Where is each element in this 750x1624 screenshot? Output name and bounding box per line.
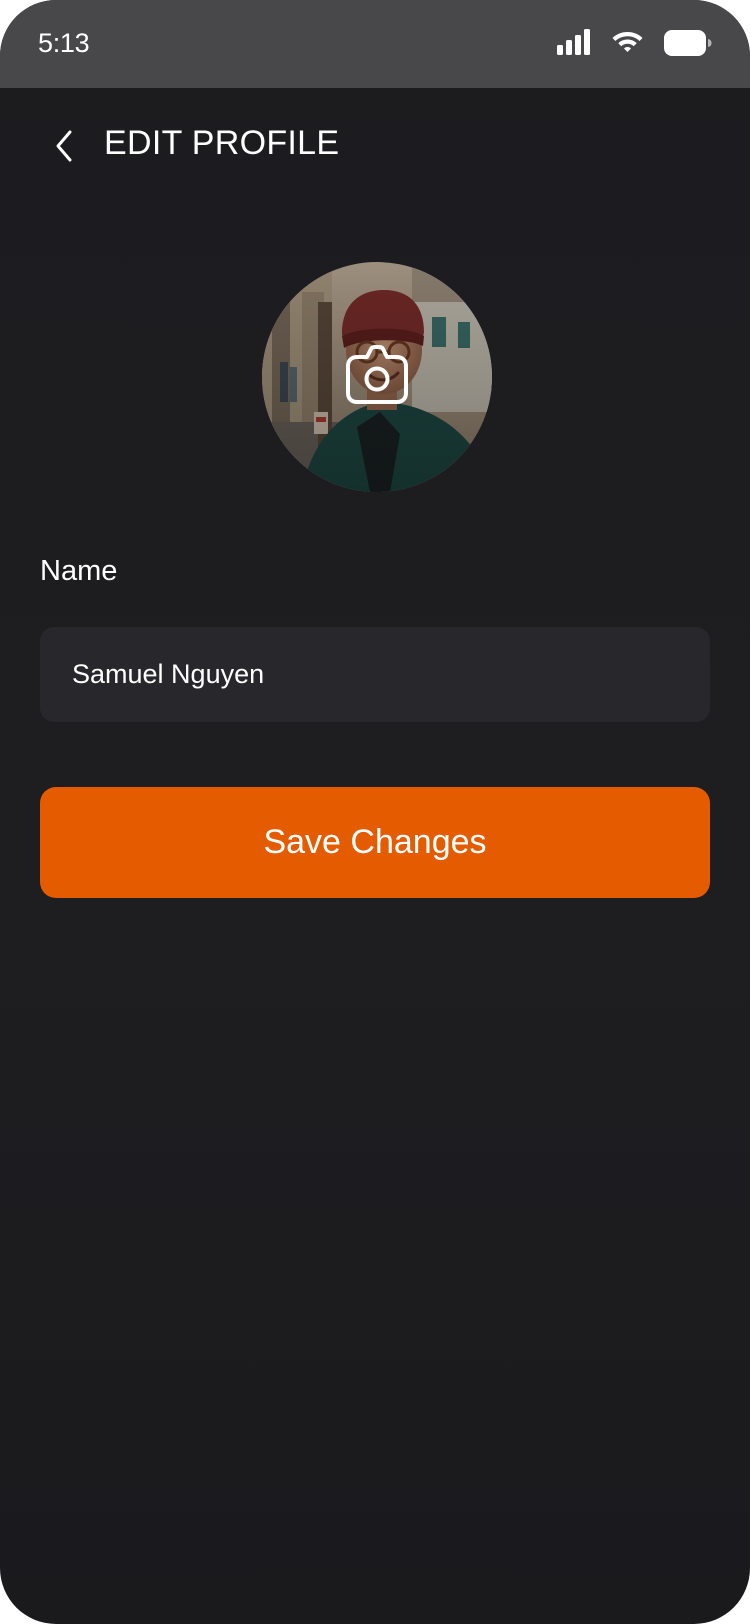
name-input[interactable] (72, 659, 678, 690)
cellular-signal-icon (557, 29, 590, 55)
wifi-icon (612, 32, 643, 52)
name-field[interactable] (40, 627, 710, 722)
save-changes-button[interactable]: Save Changes (40, 787, 710, 898)
nav-header: EDIT PROFILE (0, 88, 750, 203)
edit-profile-screen: 5:13 EDIT PROFILE Name Samuel Nguyen Sav… (0, 0, 750, 1624)
name-label: Name (40, 555, 118, 587)
battery-icon (664, 30, 712, 56)
chevron-left-icon (56, 130, 72, 162)
status-time: 5:13 (38, 28, 90, 58)
back-button[interactable] (40, 116, 88, 176)
camera-icon (346, 345, 408, 404)
page-title: EDIT PROFILE (104, 124, 340, 162)
avatar-upload[interactable] (262, 262, 492, 492)
status-bar: 5:13 (0, 0, 750, 88)
